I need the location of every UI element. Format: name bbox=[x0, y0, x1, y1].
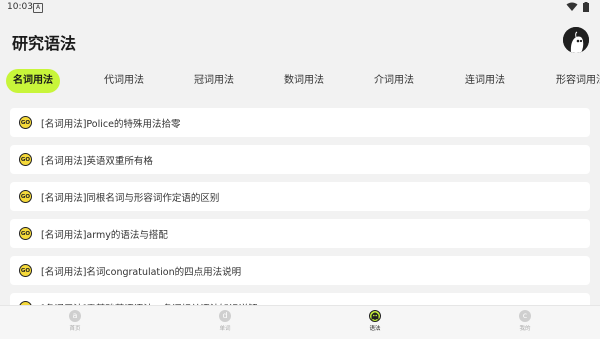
nav-label: 首页 bbox=[69, 326, 81, 332]
category-tabs: 名词用法 代词用法 冠词用法 数词用法 介词用法 连词用法 形容词用法 bbox=[0, 64, 600, 98]
nav-words[interactable]: d 单词 bbox=[205, 310, 245, 332]
wifi-icon bbox=[566, 2, 578, 11]
ghost-icon bbox=[369, 310, 381, 322]
list-item[interactable]: GO [名词用法]army的语法与搭配 bbox=[10, 219, 590, 248]
status-bar: 10:03 A bbox=[0, 0, 600, 14]
tab-numeral[interactable]: 数词用法 bbox=[275, 69, 333, 93]
header: 研究语法 bbox=[0, 14, 600, 64]
bottom-nav: a 首页 d 单词 语法 c 我的 bbox=[0, 305, 600, 339]
go-icon: GO bbox=[19, 227, 32, 240]
words-icon: d bbox=[219, 310, 231, 322]
avatar-image bbox=[563, 27, 589, 53]
list-item[interactable]: GO [名词用法]名词congratulation的四点用法说明 bbox=[10, 256, 590, 285]
go-icon: GO bbox=[19, 264, 32, 277]
nav-label: 我的 bbox=[519, 326, 531, 332]
nav-home[interactable]: a 首页 bbox=[55, 310, 95, 332]
tab-conjunction[interactable]: 连词用法 bbox=[456, 69, 514, 93]
nav-profile[interactable]: c 我的 bbox=[505, 310, 545, 332]
nav-label: 单词 bbox=[219, 326, 231, 332]
list-item-title: [名词用法]Police的特殊用法拾零 bbox=[41, 118, 181, 130]
go-icon: GO bbox=[19, 190, 32, 203]
avatar[interactable] bbox=[563, 27, 589, 53]
notification-icon: A bbox=[33, 3, 43, 13]
home-icon: a bbox=[69, 310, 81, 322]
list-item-title: [名词用法]名词congratulation的四点用法说明 bbox=[41, 266, 242, 278]
battery-icon bbox=[583, 2, 589, 12]
list-item-title: [名词用法]同根名词与形容词作定语的区别 bbox=[41, 192, 220, 204]
list-item-title: [名词用法]army的语法与搭配 bbox=[41, 229, 168, 241]
tab-adjective[interactable]: 形容词用法 bbox=[548, 69, 600, 93]
go-icon: GO bbox=[19, 116, 32, 129]
profile-icon: c bbox=[519, 310, 531, 322]
list-item[interactable]: GO [名词用法]Police的特殊用法拾零 bbox=[10, 108, 590, 137]
list-item[interactable]: GO [名词用法]英语双重所有格 bbox=[10, 145, 590, 174]
go-icon: GO bbox=[19, 153, 32, 166]
nav-label: 语法 bbox=[369, 326, 381, 332]
tab-preposition[interactable]: 介词用法 bbox=[365, 69, 423, 93]
nav-grammar[interactable]: 语法 bbox=[355, 310, 395, 332]
list-item-title: [名词用法]英语双重所有格 bbox=[41, 155, 153, 167]
list-item[interactable]: GO [名词用法]同根名词与形容词作定语的区别 bbox=[10, 182, 590, 211]
page-title: 研究语法 bbox=[12, 34, 77, 53]
tab-pronoun[interactable]: 代词用法 bbox=[95, 69, 153, 93]
status-time: 10:03 bbox=[7, 2, 33, 12]
tab-noun[interactable]: 名词用法 bbox=[6, 69, 60, 93]
tab-article[interactable]: 冠词用法 bbox=[185, 69, 243, 93]
